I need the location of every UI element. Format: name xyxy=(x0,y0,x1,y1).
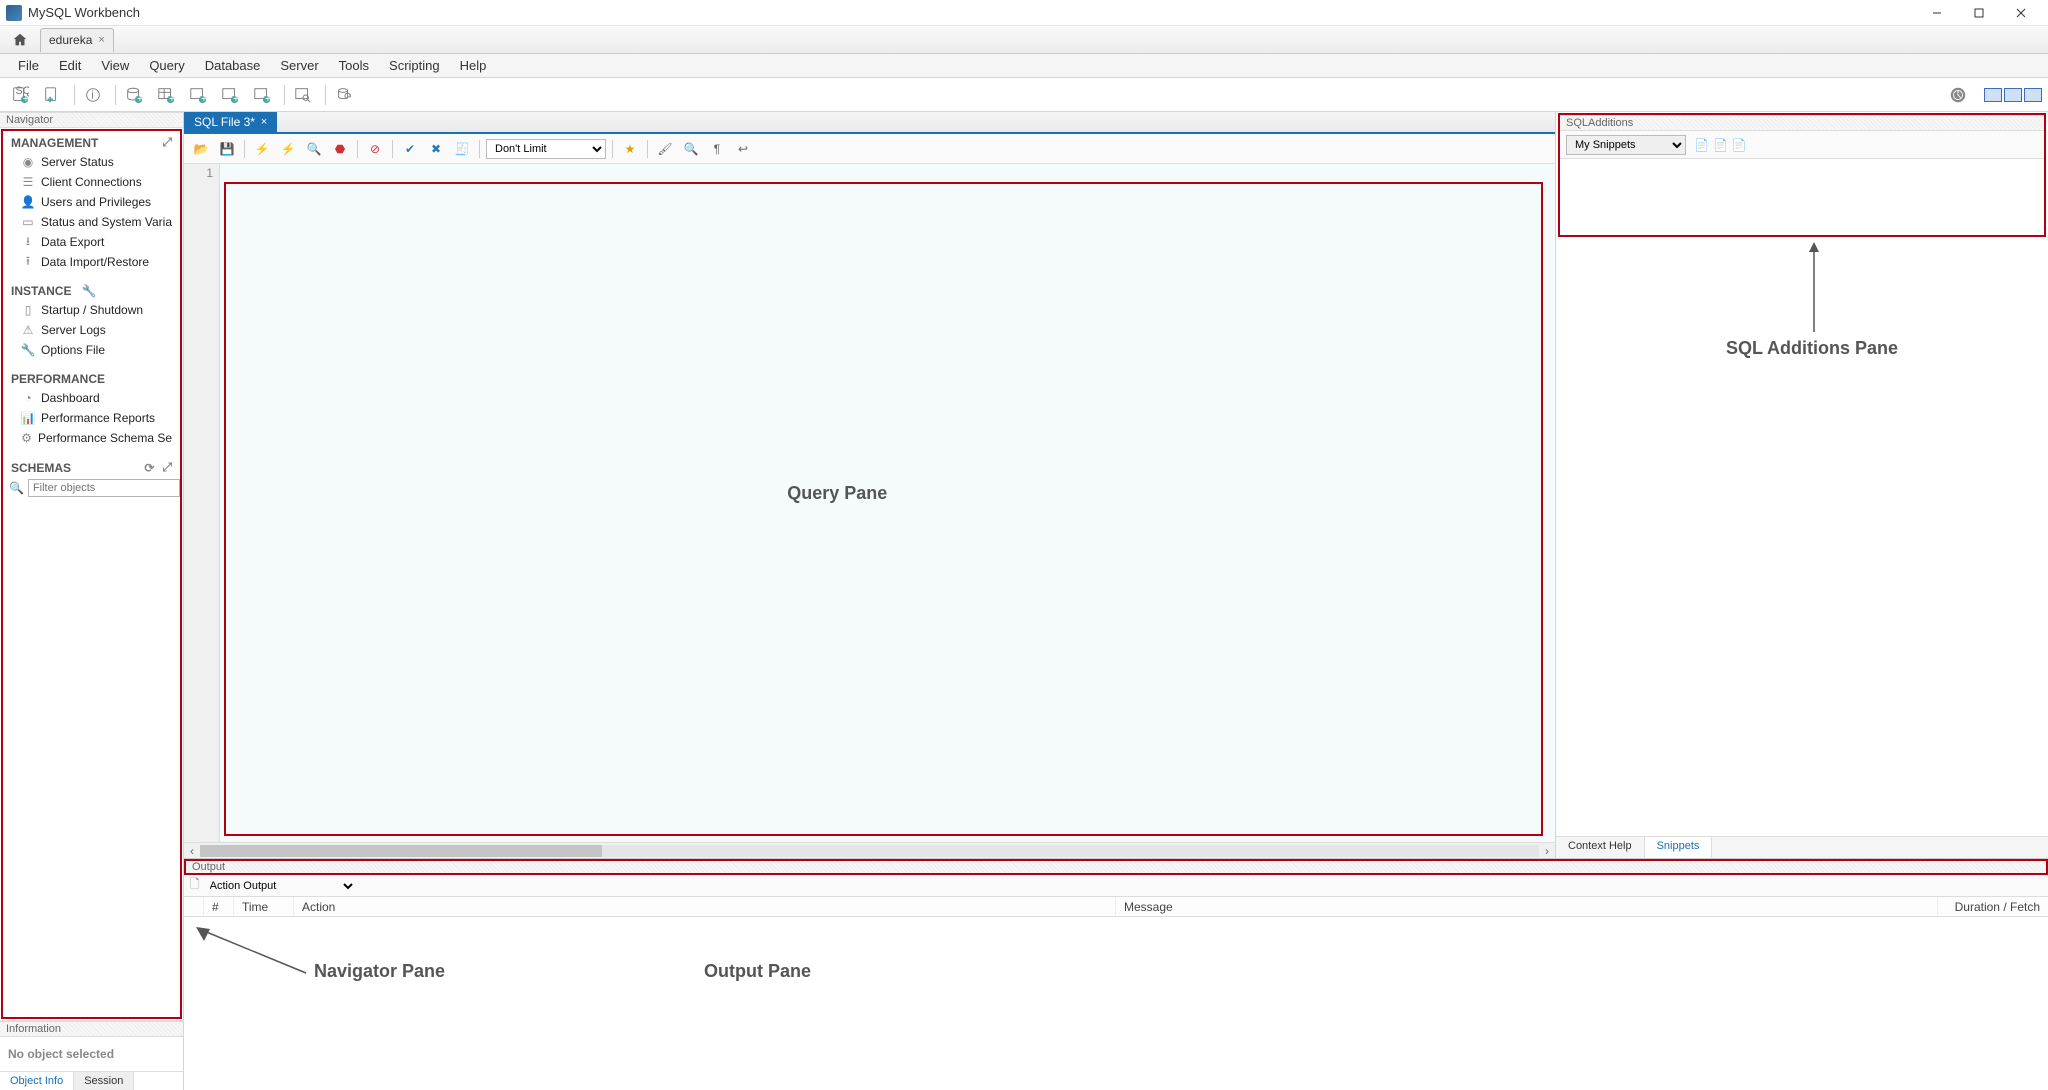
information-body: No object selected xyxy=(0,1037,183,1071)
annotation-sql-additions: SQL Additions Pane xyxy=(1726,338,1898,359)
sql-additions-tabs: Context Help Snippets xyxy=(1556,836,2048,858)
snippet-replace-icon[interactable]: 📄 xyxy=(1713,138,1728,152)
col-action: Action xyxy=(294,897,1116,916)
explain-icon[interactable]: 🔍 xyxy=(303,138,325,160)
arrow-icon xyxy=(1804,240,1824,336)
output-title: Output xyxy=(184,859,2048,875)
nav-data-import[interactable]: ⭱Data Import/Restore xyxy=(3,252,180,272)
sql-additions-panel: SQLAdditions My Snippets 📄 📄 📄 xyxy=(1558,113,2046,237)
sql-file-tab-label: SQL File 3* xyxy=(194,115,255,129)
import-icon: ⭱ xyxy=(21,255,35,269)
col-time: Time xyxy=(234,897,294,916)
output-columns: # Time Action Message Duration / Fetch xyxy=(184,897,2048,917)
filter-objects-input[interactable] xyxy=(28,479,180,497)
annotation-navigator-pane: Navigator Pane xyxy=(314,961,445,982)
connections-icon: ☰ xyxy=(21,175,35,189)
annotation-output-pane: Output Pane xyxy=(704,961,811,982)
information-panel: Information No object selected Object In… xyxy=(0,1020,183,1090)
wrench-icon: 🔧 xyxy=(21,343,35,357)
query-toolbar: 📂 💾 ⚡ ⚡ 🔍 ⬣ ⊘ ✔ ✖ 🧾 Don't Limit xyxy=(184,134,1555,164)
tab-context-help[interactable]: Context Help xyxy=(1556,837,1645,858)
snippets-select[interactable]: My Snippets xyxy=(1566,135,1686,155)
scroll-right-icon[interactable]: › xyxy=(1539,844,1555,858)
col-hash: # xyxy=(204,897,234,916)
user-icon: 👤 xyxy=(21,195,35,209)
query-editor[interactable]: 1 Query Pane ‹ › xyxy=(184,164,1555,858)
line-gutter: 1 xyxy=(184,164,220,842)
expand-icon[interactable]: ⤢ xyxy=(162,460,172,475)
open-file-icon[interactable]: 📂 xyxy=(190,138,212,160)
sql-additions-title: SQLAdditions xyxy=(1560,115,2044,131)
monitor-icon: ▭ xyxy=(21,215,35,229)
sql-additions-toolbar: My Snippets 📄 📄 📄 xyxy=(1560,131,2044,159)
execute-icon[interactable]: ⚡ xyxy=(251,138,273,160)
col-duration: Duration / Fetch xyxy=(1938,897,2048,916)
schema-filter: 🔍 xyxy=(3,477,180,499)
arrow-icon xyxy=(186,923,316,983)
nav-status-vars[interactable]: ▭Status and System Varia xyxy=(3,212,180,232)
nav-section-instance: INSTANCE 🔧 xyxy=(3,280,180,300)
toggle-autocommit-icon[interactable]: ⊘ xyxy=(364,138,386,160)
reports-icon: 📊 xyxy=(21,411,35,425)
expand-icon[interactable]: ⤢ xyxy=(162,135,172,150)
nav-section-schemas: SCHEMAS ⟳ ⤢ xyxy=(3,456,180,477)
sql-file-tab[interactable]: SQL File 3* × xyxy=(184,112,277,132)
snippet-insert-icon[interactable]: 📄 xyxy=(1694,138,1709,152)
nav-server-status[interactable]: ◉Server Status xyxy=(3,152,180,172)
nav-perf-reports[interactable]: 📊Performance Reports xyxy=(3,408,180,428)
limit-rows-select[interactable]: Don't Limit xyxy=(486,139,606,159)
nav-users-privileges[interactable]: 👤Users and Privileges xyxy=(3,192,180,212)
favorite-icon[interactable]: ★ xyxy=(619,138,641,160)
output-panel: Output 🗋 Action Output # Time Action Mes… xyxy=(184,858,2048,1090)
navigator-panel: MANAGEMENT ⤢ ◉Server Status ☰Client Conn… xyxy=(1,129,182,1019)
rollback-icon[interactable]: ✖ xyxy=(425,138,447,160)
globe-icon: ◉ xyxy=(21,155,35,169)
col-message: Message xyxy=(1116,897,1938,916)
commit-icon[interactable]: ✔ xyxy=(399,138,421,160)
tab-snippets[interactable]: Snippets xyxy=(1645,837,1713,858)
close-icon[interactable]: × xyxy=(261,116,267,128)
information-title: Information xyxy=(0,1021,183,1037)
beautify-icon[interactable]: 🖌 xyxy=(654,138,676,160)
warning-icon: ⚠ xyxy=(21,323,35,337)
perf-schema-icon: ⚙ xyxy=(21,431,32,445)
server-icon: ▯ xyxy=(21,303,35,317)
nav-client-connections[interactable]: ☰Client Connections xyxy=(3,172,180,192)
navigator-title: Navigator xyxy=(0,112,183,128)
nav-section-management: MANAGEMENT ⤢ xyxy=(3,131,180,152)
wrap-icon[interactable]: ↩ xyxy=(732,138,754,160)
nav-startup-shutdown[interactable]: ▯Startup / Shutdown xyxy=(3,300,180,320)
find-icon[interactable]: 🔍 xyxy=(680,138,702,160)
wrench-icon: 🔧 xyxy=(81,284,96,298)
stop-icon[interactable]: ⬣ xyxy=(329,138,351,160)
save-icon[interactable]: 💾 xyxy=(216,138,238,160)
scroll-left-icon[interactable]: ‹ xyxy=(184,844,200,858)
editor-hscrollbar[interactable]: ‹ › xyxy=(184,842,1555,858)
sql-tab-bar: SQL File 3* × xyxy=(184,112,1555,134)
snippet-copy-icon[interactable]: 📄 xyxy=(1732,138,1747,152)
output-clear-icon[interactable]: 🗋 xyxy=(190,875,200,896)
refresh-icon[interactable]: ⟳ xyxy=(144,461,154,475)
nav-section-performance: PERFORMANCE xyxy=(3,368,180,388)
toggle-invisible-icon[interactable]: ¶ xyxy=(706,138,728,160)
nav-server-logs[interactable]: ⚠Server Logs xyxy=(3,320,180,340)
output-type-select[interactable]: Action Output xyxy=(206,879,356,893)
execute-current-icon[interactable]: ⚡ xyxy=(277,138,299,160)
nav-perf-schema[interactable]: ⚙Performance Schema Se xyxy=(3,428,180,448)
nav-data-export[interactable]: ⭳Data Export xyxy=(3,232,180,252)
nav-dashboard[interactable]: ◔Dashboard xyxy=(3,388,180,408)
nav-options-file[interactable]: 🔧Options File xyxy=(3,340,180,360)
search-icon: 🔍 xyxy=(9,481,24,495)
export-icon: ⭳ xyxy=(21,235,35,249)
toggle-limit-icon[interactable]: 🧾 xyxy=(451,138,473,160)
tab-object-info[interactable]: Object Info xyxy=(0,1072,74,1090)
dashboard-icon: ◔ xyxy=(21,391,35,405)
tab-session[interactable]: Session xyxy=(74,1072,134,1090)
query-pane-highlight xyxy=(224,182,1543,836)
